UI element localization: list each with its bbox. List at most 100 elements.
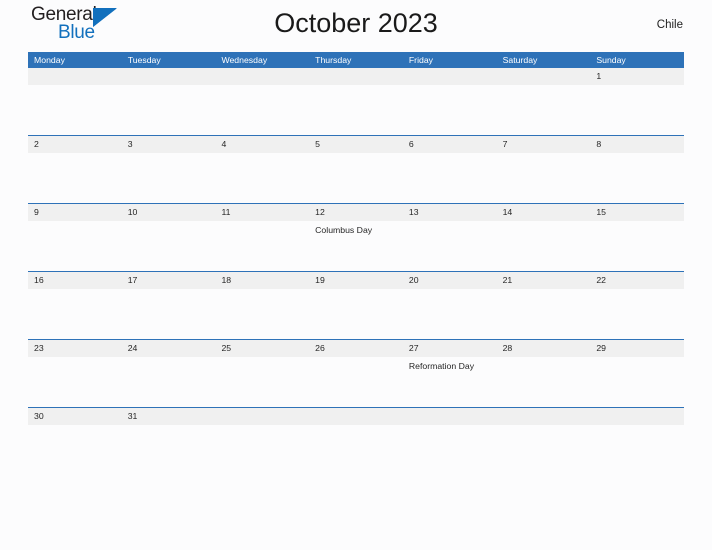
day-event — [590, 153, 684, 203]
week-event-area: Reformation Day — [28, 357, 684, 407]
calendar-page: General Blue October 2023 Chile Monday T… — [0, 0, 712, 550]
day-number[interactable]: 12 — [309, 204, 403, 221]
day-event — [497, 289, 591, 339]
week-date-band: 16 17 18 19 20 21 22 — [28, 272, 684, 289]
week-event-area — [28, 289, 684, 339]
day-number[interactable]: 21 — [497, 272, 591, 289]
day-number[interactable]: 1 — [590, 68, 684, 85]
day-event — [122, 85, 216, 135]
weekday-header-row: Monday Tuesday Wednesday Thursday Friday… — [28, 52, 684, 68]
day-event — [215, 221, 309, 271]
day-number[interactable]: 26 — [309, 340, 403, 357]
day-number[interactable]: 24 — [122, 340, 216, 357]
day-number[interactable]: 30 — [28, 408, 122, 425]
day-number[interactable]: 8 — [590, 136, 684, 153]
weekday-header-thursday: Thursday — [315, 54, 352, 65]
day-event — [215, 289, 309, 339]
day-number[interactable] — [309, 408, 403, 425]
day-number[interactable] — [122, 68, 216, 85]
day-number[interactable]: 25 — [215, 340, 309, 357]
day-number[interactable]: 10 — [122, 204, 216, 221]
day-event — [122, 221, 216, 271]
calendar-week-row: 23 24 25 26 27 28 29 Reformation Day — [28, 339, 684, 407]
day-number[interactable]: 2 — [28, 136, 122, 153]
day-event — [403, 153, 497, 203]
day-event — [403, 425, 497, 447]
day-number[interactable]: 28 — [497, 340, 591, 357]
day-event — [403, 289, 497, 339]
day-number[interactable]: 17 — [122, 272, 216, 289]
day-event — [497, 85, 591, 135]
week-date-band: 9 10 11 12 13 14 15 — [28, 204, 684, 221]
day-number[interactable]: 11 — [215, 204, 309, 221]
day-event — [309, 425, 403, 447]
day-number[interactable]: 22 — [590, 272, 684, 289]
day-event — [28, 289, 122, 339]
week-date-band: 23 24 25 26 27 28 29 — [28, 340, 684, 357]
day-event — [497, 153, 591, 203]
day-number[interactable]: 4 — [215, 136, 309, 153]
calendar-week-row: 16 17 18 19 20 21 22 — [28, 271, 684, 339]
day-number[interactable] — [497, 68, 591, 85]
day-event-reformation-day: Reformation Day — [408, 361, 475, 371]
day-number[interactable]: 9 — [28, 204, 122, 221]
week-date-band: 30 31 — [28, 408, 684, 425]
day-number[interactable] — [403, 68, 497, 85]
day-number[interactable] — [215, 68, 309, 85]
day-number[interactable] — [309, 68, 403, 85]
day-number[interactable]: 16 — [28, 272, 122, 289]
day-event — [590, 425, 684, 447]
weekday-header-monday: Monday — [34, 54, 65, 65]
day-number[interactable] — [590, 408, 684, 425]
day-number[interactable]: 20 — [403, 272, 497, 289]
day-event — [309, 289, 403, 339]
week-event-area: Columbus Day — [28, 221, 684, 271]
day-event-columbus-day: Columbus Day — [315, 225, 373, 235]
day-number[interactable] — [215, 408, 309, 425]
day-event — [497, 425, 591, 447]
day-event — [122, 289, 216, 339]
day-event — [215, 153, 309, 203]
page-header: General Blue October 2023 Chile — [28, 0, 684, 52]
week-date-band: 2 3 4 5 6 7 8 — [28, 136, 684, 153]
calendar-week-row: 9 10 11 12 13 14 15 Columbus Day — [28, 203, 684, 271]
day-number[interactable] — [403, 408, 497, 425]
day-number[interactable]: 23 — [28, 340, 122, 357]
day-number[interactable]: 29 — [590, 340, 684, 357]
day-number[interactable]: 5 — [309, 136, 403, 153]
day-event — [590, 357, 684, 407]
calendar-week-row: 1 — [28, 68, 684, 135]
day-number[interactable]: 31 — [122, 408, 216, 425]
day-event — [590, 85, 684, 135]
day-number[interactable]: 15 — [590, 204, 684, 221]
day-event — [215, 357, 309, 407]
weekday-header-saturday: Saturday — [502, 54, 538, 65]
weekday-header-wednesday: Wednesday — [221, 54, 268, 65]
calendar-week-row: 30 31 — [28, 407, 684, 447]
day-event — [28, 85, 122, 135]
day-event — [590, 289, 684, 339]
week-date-band: 1 — [28, 68, 684, 85]
day-number[interactable]: 3 — [122, 136, 216, 153]
day-number[interactable] — [497, 408, 591, 425]
calendar-grid: Monday Tuesday Wednesday Thursday Friday… — [28, 52, 684, 447]
day-number[interactable] — [28, 68, 122, 85]
day-number[interactable]: 27 — [403, 340, 497, 357]
day-number[interactable]: 13 — [403, 204, 497, 221]
weekday-header-friday: Friday — [408, 54, 434, 65]
day-number[interactable]: 14 — [497, 204, 591, 221]
day-number[interactable]: 19 — [309, 272, 403, 289]
day-number[interactable]: 18 — [215, 272, 309, 289]
day-event — [215, 85, 309, 135]
day-event — [28, 153, 122, 203]
day-number[interactable]: 7 — [497, 136, 591, 153]
day-event — [403, 221, 497, 271]
week-event-area — [28, 153, 684, 203]
day-event — [28, 425, 122, 447]
day-number[interactable]: 6 — [403, 136, 497, 153]
day-event — [28, 221, 122, 271]
day-event — [122, 153, 216, 203]
day-event — [215, 425, 309, 447]
day-event — [403, 85, 497, 135]
day-event — [497, 357, 591, 407]
